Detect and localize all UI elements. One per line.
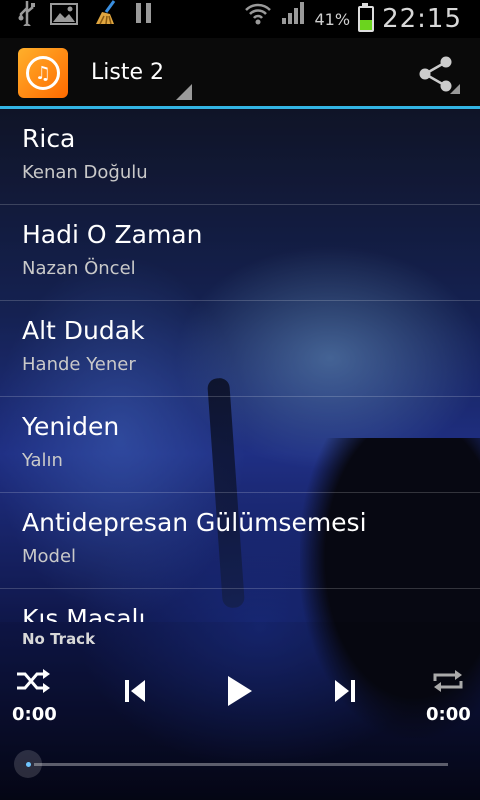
pause-icon (134, 0, 154, 38)
duration-time: 0:00 (426, 704, 471, 725)
track-row[interactable]: Alt Dudak Hande Yener (0, 301, 480, 397)
battery-charging-icon (358, 3, 375, 32)
image-icon (50, 0, 78, 38)
shuffle-icon (17, 669, 50, 693)
broom-icon (92, 0, 120, 39)
status-bar: 41% 22:15 (0, 0, 480, 38)
wifi-icon (243, 0, 273, 39)
signal-icon (281, 0, 307, 38)
clock: 22:15 (382, 4, 462, 34)
next-icon (335, 680, 355, 702)
track-row[interactable]: Rica Kenan Doğulu (0, 109, 480, 205)
track-artist: Hande Yener (22, 354, 136, 375)
seek-thumb[interactable] (14, 750, 42, 778)
spinner-triangle-icon[interactable] (176, 84, 192, 100)
track-title: Alt Dudak (22, 316, 145, 345)
battery-percent: 41% (314, 9, 351, 29)
overflow-triangle-icon (450, 84, 460, 94)
player-panel: No Track 0:00 0:00 (0, 622, 480, 800)
track-title: Antidepresan Gülümsemesi (22, 508, 367, 537)
music-note-icon: ♫ (26, 56, 60, 90)
track-row[interactable]: Antidepresan Gülümsemesi Model (0, 493, 480, 589)
elapsed-time: 0:00 (12, 704, 57, 725)
usb-icon (18, 0, 36, 39)
previous-button[interactable] (118, 674, 152, 708)
repeat-button[interactable] (428, 666, 468, 696)
repeat-icon (433, 670, 463, 692)
now-playing-label: No Track (22, 630, 96, 648)
track-list[interactable]: Rica Kenan Doğulu Hadi O Zaman Nazan Önc… (0, 109, 480, 622)
track-title: Hadi O Zaman (22, 220, 203, 249)
track-artist: Kenan Doğulu (22, 162, 148, 183)
action-bar: ♫ Liste 2 (0, 38, 480, 109)
seek-bar[interactable] (14, 750, 450, 778)
shuffle-button[interactable] (12, 666, 54, 696)
playlist-spinner-label[interactable]: Liste 2 (91, 60, 164, 85)
seek-track (34, 763, 448, 766)
track-title: Rica (22, 124, 76, 153)
play-button[interactable] (218, 670, 260, 712)
track-title: Yeniden (22, 412, 120, 441)
play-icon (228, 676, 252, 706)
track-row[interactable]: Kış Masalı (0, 589, 480, 622)
track-row[interactable]: Hadi O Zaman Nazan Öncel (0, 205, 480, 301)
next-button[interactable] (328, 674, 362, 708)
track-artist: Yalın (22, 450, 63, 471)
track-artist: Nazan Öncel (22, 258, 136, 279)
track-artist: Model (22, 546, 77, 567)
track-row[interactable]: Yeniden Yalın (0, 397, 480, 493)
track-title: Kış Masalı (22, 604, 146, 622)
previous-icon (125, 680, 145, 702)
music-app-icon[interactable]: ♫ (18, 48, 68, 98)
